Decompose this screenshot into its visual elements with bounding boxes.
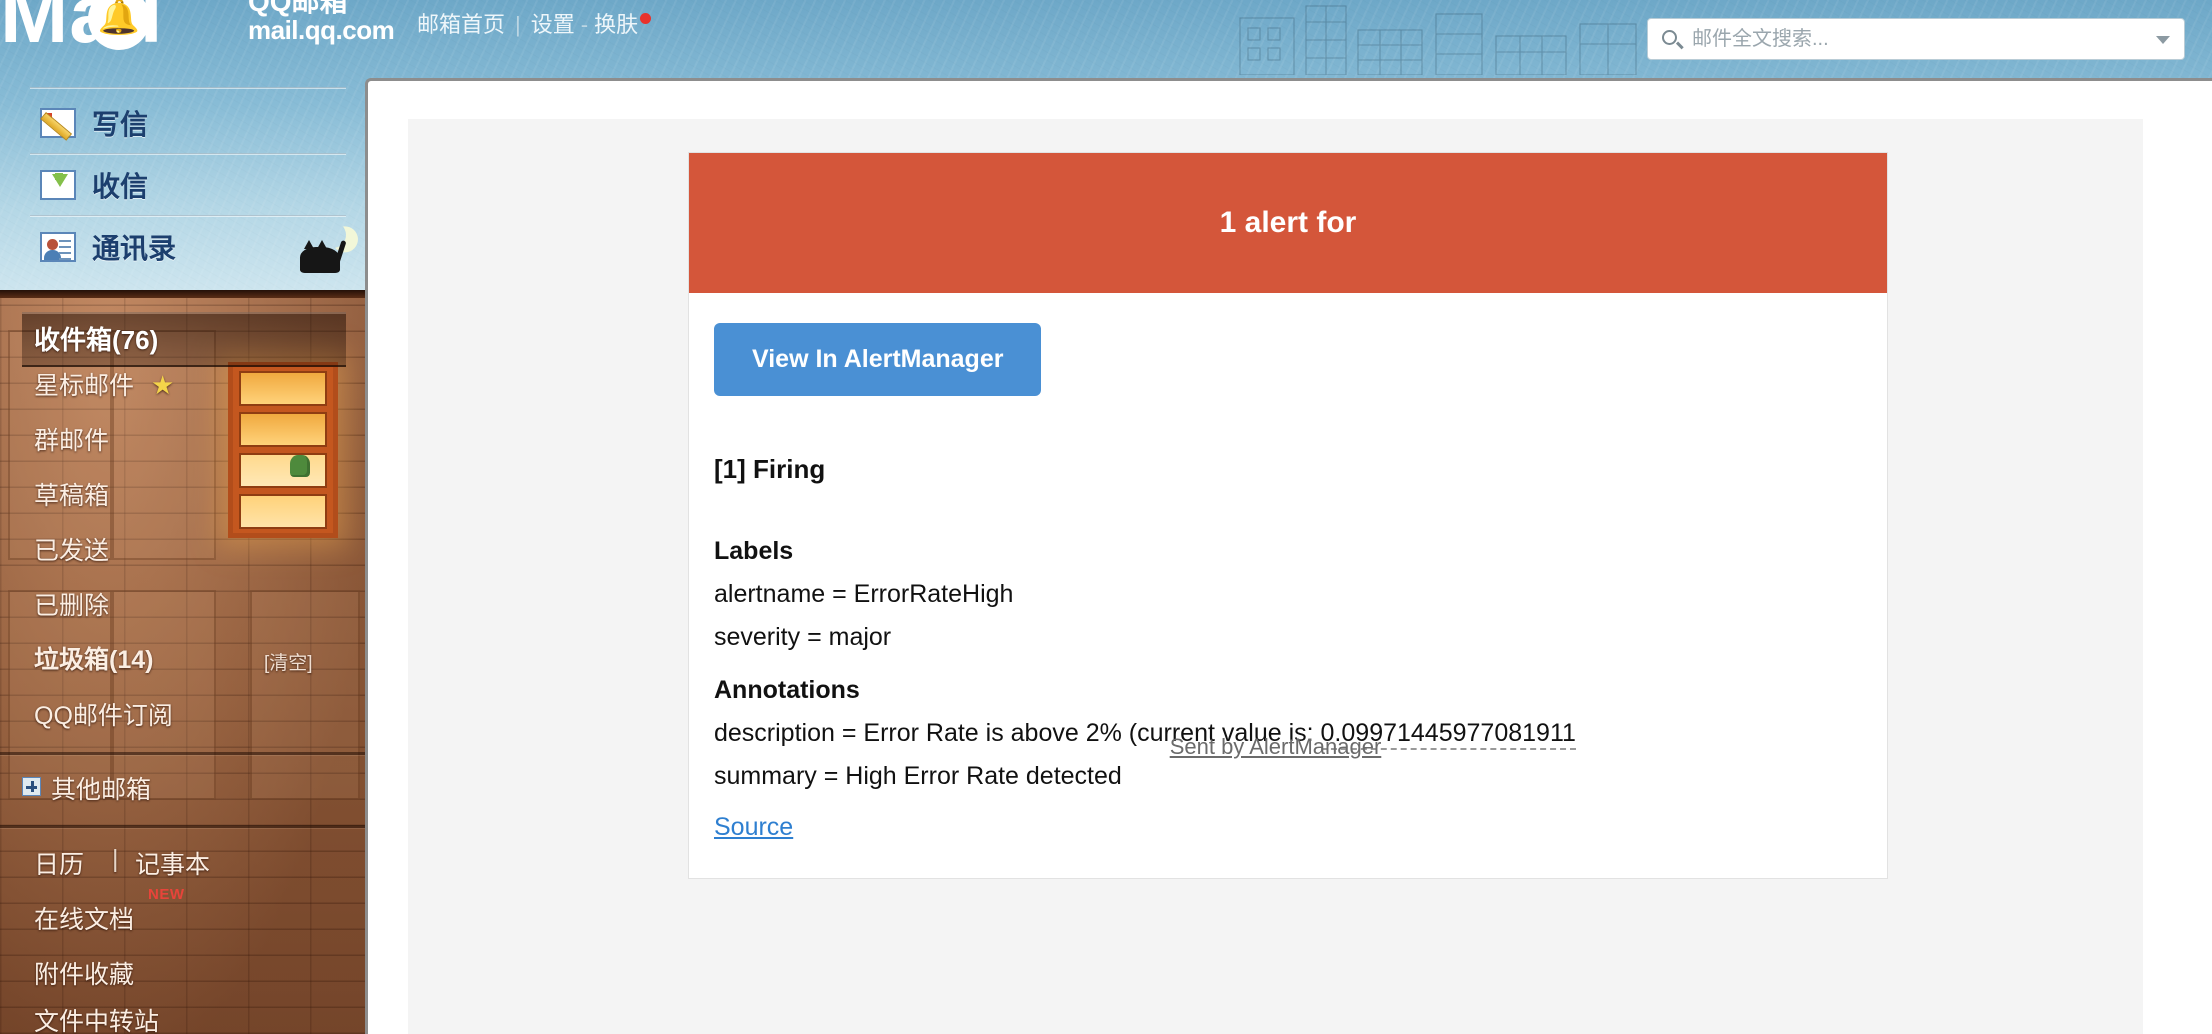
star-icon: ★ <box>150 370 175 400</box>
extras-separator: | <box>112 845 119 873</box>
alert-header: 1 alert for <box>689 153 1887 293</box>
sidebar-folder-sent[interactable]: 已发送 <box>34 531 109 567</box>
divider <box>0 825 365 828</box>
top-bar: Mail 🔔 QQ邮箱 mail.qq.com 邮箱首页 | 设置 - 换肤 <box>0 0 2212 75</box>
empty-spam-link[interactable]: [清空] <box>264 648 313 675</box>
inbox-icon <box>40 170 76 200</box>
annotation-summary: summary = High Error Rate detected <box>714 762 1122 790</box>
sidebar-folder-spam[interactable]: 垃圾箱(14) <box>34 640 153 676</box>
compose-icon <box>40 108 76 141</box>
sidebar-extra-calendar[interactable]: 日历 <box>34 845 84 881</box>
sidebar-item-label: 写信 <box>92 109 149 140</box>
sidebar-folder-deleted[interactable]: 已删除 <box>34 586 109 622</box>
folder-label: 已发送 <box>34 537 110 565</box>
sidebar-extra-attachments[interactable]: 附件收藏 <box>34 955 134 991</box>
folder-label: QQ邮件订阅 <box>34 702 173 730</box>
sidebar-folder-subscriptions[interactable]: QQ邮件订阅 <box>34 696 173 732</box>
label-severity: severity = major <box>714 623 892 651</box>
sidebar-item-label: 收信 <box>92 171 149 202</box>
divider <box>0 752 365 755</box>
nav-skin[interactable]: 换肤 <box>594 12 638 37</box>
folder-label: 已删除 <box>34 592 110 620</box>
search-box[interactable] <box>1647 18 2185 60</box>
sidebar-item-inbox[interactable]: 收信 <box>40 165 148 205</box>
sidebar-folder-inbox[interactable]: 收件箱(76) <box>22 312 346 367</box>
sidebar-primary-actions: 写信 收信 通讯录 <box>0 75 365 295</box>
folder-label: 收件箱(76) <box>34 325 159 355</box>
brand-domain: mail.qq.com <box>248 14 395 45</box>
sidebar-item-contacts[interactable]: 通讯录 <box>40 227 176 267</box>
new-badge: NEW <box>148 886 185 903</box>
sidebar-folder-starred[interactable]: 星标邮件 ★ <box>34 366 174 402</box>
sidebar-folder-drafts[interactable]: 草稿箱 <box>34 476 109 512</box>
search-icon <box>1662 30 1677 45</box>
folder-label: 其他邮箱 <box>51 776 152 804</box>
labels-heading: Labels <box>714 537 794 565</box>
folder-label: 星标邮件 <box>34 372 135 400</box>
folder-label: 在线文档 <box>34 906 135 934</box>
folder-label: 附件收藏 <box>34 961 135 989</box>
folder-label: 群邮件 <box>34 427 110 455</box>
folder-label: 日历 <box>34 851 85 879</box>
divider <box>30 153 346 155</box>
brand-subtitle: QQ邮箱 mail.qq.com <box>248 0 395 45</box>
plus-icon[interactable] <box>22 777 41 796</box>
email-footer: Sent by AlertManager <box>1169 734 1382 759</box>
sidebar-item-compose[interactable]: 写信 <box>40 103 148 143</box>
nav-home[interactable]: 邮箱首页 <box>417 12 505 37</box>
folder-label: 垃圾箱(14) <box>34 646 154 674</box>
top-navigation: 邮箱首页 | 设置 - 换肤 <box>417 7 652 39</box>
wall-panel <box>250 590 360 800</box>
annotations-heading: Annotations <box>714 676 860 704</box>
sidebar-folder-group[interactable]: 群邮件 <box>34 421 109 457</box>
divider <box>30 215 346 217</box>
alert-content: View In AlertManager [1] Firing Labels a… <box>689 293 1887 878</box>
new-badge-dot-icon <box>640 12 652 24</box>
nav-dash: - <box>580 12 589 37</box>
nav-separator: | <box>515 12 521 37</box>
search-input[interactable] <box>1690 19 2145 59</box>
email-body-container: 1 alert for View In AlertManager [1] Fir… <box>408 119 2143 1034</box>
view-in-alertmanager-button[interactable]: View In AlertManager <box>714 323 1042 396</box>
folder-label: 草稿箱 <box>34 482 110 510</box>
alert-card: 1 alert for View In AlertManager [1] Fir… <box>688 152 1888 879</box>
plant-decoration <box>290 455 310 477</box>
sidebar-other-mailbox[interactable]: 其他邮箱 <box>22 770 151 806</box>
lit-window-decoration <box>228 362 338 538</box>
mail-reading-pane: 1 alert for View In AlertManager [1] Fir… <box>365 78 2212 1034</box>
folder-label: 文件中转站 <box>34 1008 160 1034</box>
source-link[interactable]: Source <box>714 813 793 842</box>
label-alertname: alertname = ErrorRateHigh <box>714 580 1014 608</box>
qq-mail-window: Mail 🔔 QQ邮箱 mail.qq.com 邮箱首页|设置-换肤 写信 <box>0 0 2212 1034</box>
alert-title: 1 alert for <box>1219 206 1357 239</box>
folder-label: 记事本 <box>135 851 211 879</box>
sidebar-extra-file-transfer[interactable]: 文件中转站 <box>34 1002 159 1034</box>
divider <box>30 87 346 89</box>
sidebar-extra-online-docs[interactable]: 在线文档 <box>34 900 134 936</box>
nav-settings[interactable]: 设置 <box>531 12 575 37</box>
chevron-down-icon[interactable] <box>2156 36 2170 44</box>
sidebar-extra-notepad[interactable]: 记事本 <box>135 845 210 881</box>
alert-status: [1] Firing <box>714 454 826 484</box>
wall-panel <box>112 590 216 800</box>
sidebar-item-label: 通讯录 <box>92 233 177 264</box>
contacts-icon <box>40 232 76 262</box>
